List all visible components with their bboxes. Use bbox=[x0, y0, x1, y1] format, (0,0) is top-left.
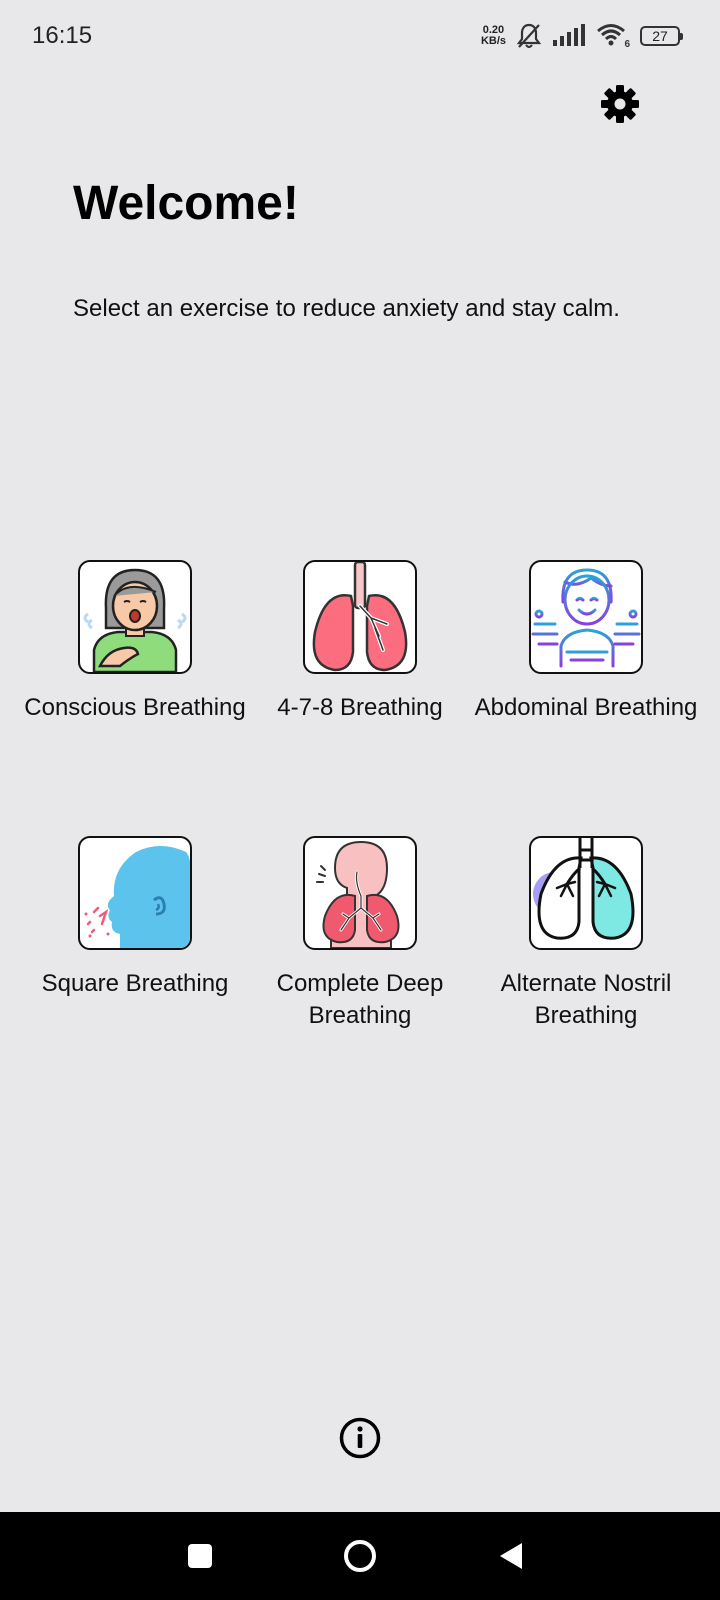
tile-label: Alternate Nostril Breathing bbox=[500, 970, 672, 1029]
tile-icon-frame[interactable] bbox=[78, 836, 192, 950]
status-bar: 16:15 0.20 KB/s 6 27 bbox=[0, 0, 720, 72]
network-speed: 0.20 KB/s bbox=[481, 25, 506, 47]
gear-icon[interactable] bbox=[598, 82, 642, 126]
exercise-tile-conscious-breathing[interactable]: Conscious Breathing bbox=[21, 560, 249, 724]
meditating-boy-icon bbox=[531, 568, 641, 668]
tile-icon-frame[interactable] bbox=[529, 560, 643, 674]
circle-icon[interactable] bbox=[338, 1534, 382, 1578]
square-icon[interactable] bbox=[178, 1534, 222, 1578]
wifi-indicator: 6 bbox=[596, 22, 630, 50]
battery-indicator: 27 bbox=[640, 26, 683, 46]
woman-exhaling-icon bbox=[83, 568, 187, 672]
tile-label: Complete Deep Breathing bbox=[276, 970, 444, 1029]
split-lungs-icon bbox=[533, 838, 635, 940]
head-profile-icon bbox=[84, 846, 190, 948]
tile-icon-frame[interactable] bbox=[303, 560, 417, 674]
tile-label: Square Breathing bbox=[41, 970, 229, 997]
tile-icon-frame[interactable] bbox=[529, 836, 643, 950]
tile-icon-frame[interactable] bbox=[303, 836, 417, 950]
status-icons: 0.20 KB/s 6 27 bbox=[481, 20, 683, 52]
navigation-bar bbox=[0, 1512, 720, 1600]
lungs-icon bbox=[312, 562, 408, 672]
wifi-icon bbox=[597, 24, 625, 46]
tile-label: 4-7-8 Breathing bbox=[277, 694, 443, 721]
tile-icon-frame[interactable] bbox=[78, 560, 192, 674]
exercise-tile-square-breathing[interactable]: Square Breathing bbox=[21, 836, 249, 1000]
network-speed-unit: KB/s bbox=[480, 35, 506, 47]
respiratory-system-icon bbox=[316, 840, 400, 948]
exercise-tile-4-7-8-breathing[interactable]: 4-7-8 Breathing bbox=[246, 560, 474, 724]
page-title: Welcome! bbox=[73, 177, 299, 230]
triangle-back-icon[interactable] bbox=[490, 1534, 534, 1578]
page-subtitle: Select an exercise to reduce anxiety and… bbox=[73, 295, 620, 322]
info-icon[interactable] bbox=[338, 1416, 382, 1460]
wifi-badge: 6 bbox=[624, 39, 630, 50]
tile-label: Conscious Breathing bbox=[24, 694, 246, 721]
exercise-tile-abdominal-breathing[interactable]: Abdominal Breathing bbox=[472, 560, 700, 724]
signal-icon bbox=[553, 24, 585, 46]
exercise-tile-alternate-nostril-breathing[interactable]: Alternate Nostril Breathing bbox=[472, 836, 700, 1032]
tile-label: Abdominal Breathing bbox=[474, 694, 698, 721]
status-time: 16:15 bbox=[32, 22, 93, 49]
bell-muted-icon bbox=[516, 23, 542, 48]
exercise-tile-complete-deep-breathing[interactable]: Complete Deep Breathing bbox=[246, 836, 474, 1032]
